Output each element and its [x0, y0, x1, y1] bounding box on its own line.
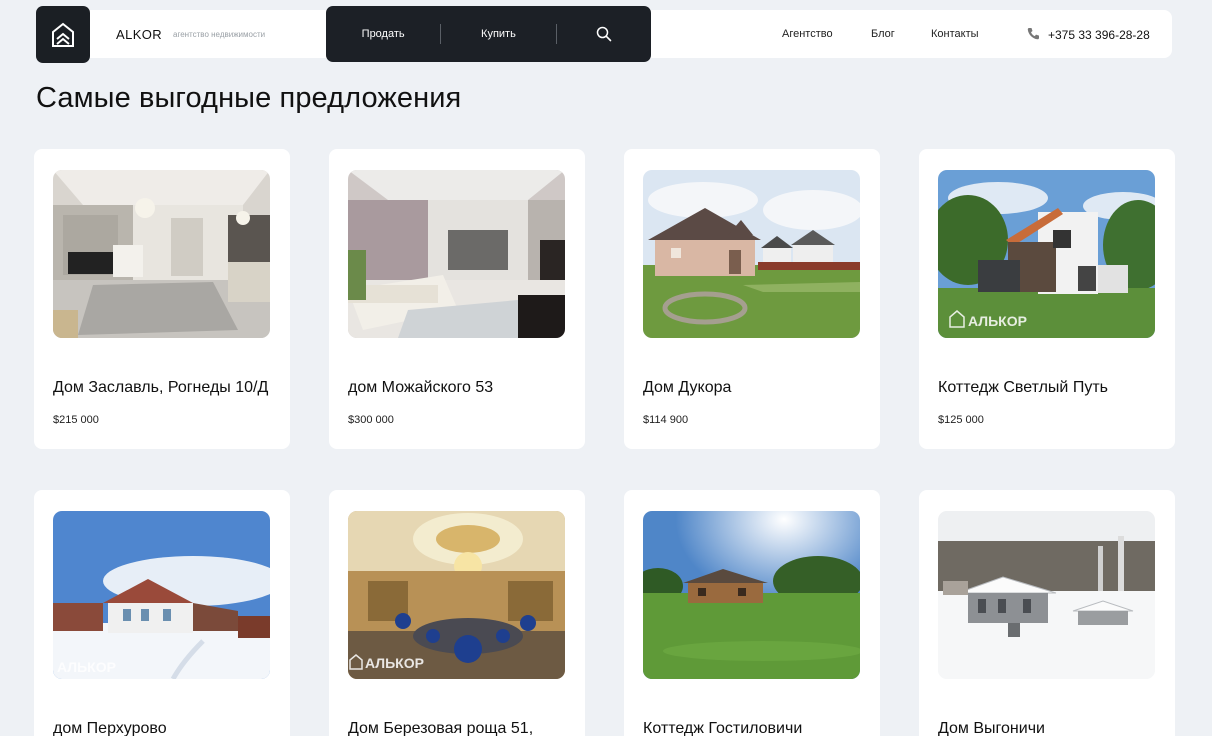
listing-card[interactable]: Коттедж Гостиловичи	[624, 490, 880, 736]
listing-price: $300 000	[348, 414, 394, 426]
listing-title[interactable]: Дом Березовая роща 51,	[348, 720, 533, 736]
phone-number[interactable]: +375 33 396-28-28	[1048, 28, 1150, 42]
brand-tagline: агентство недвижимости	[173, 30, 266, 39]
nav-link-contacts[interactable]: Контакты	[931, 28, 979, 40]
listing-card[interactable]: Дом Дукора $114 900	[624, 149, 880, 449]
nav-link-blog[interactable]: Блог	[871, 28, 895, 40]
listing-card[interactable]: Дом Выгоничи	[919, 490, 1175, 736]
listing-photo[interactable]	[643, 511, 860, 679]
listing-title[interactable]: Дом Заславль, Рогнеды 10/Д	[53, 379, 268, 397]
listing-photo[interactable]: АЛЬКОР	[53, 511, 270, 679]
house-logo-icon	[52, 22, 74, 47]
listing-card[interactable]: АЛЬКОР Коттедж Светлый Путь $125 000	[919, 149, 1175, 449]
listing-photo[interactable]: АЛЬКОР	[348, 511, 565, 679]
listing-title[interactable]: Коттедж Светлый Путь	[938, 379, 1108, 397]
listing-title[interactable]: Дом Выгоничи	[938, 720, 1045, 736]
svg-text:АЛЬКОР: АЛЬКОР	[968, 313, 1027, 329]
listing-card[interactable]: дом Можайского 53 $300 000	[329, 149, 585, 449]
search-button[interactable]	[557, 6, 651, 62]
listing-photo[interactable]	[53, 170, 270, 338]
search-icon	[596, 26, 612, 42]
sell-button[interactable]: Продать	[326, 6, 440, 62]
brand-name[interactable]: ALKOR	[116, 27, 162, 42]
listing-card[interactable]: Дом Заславль, Рогнеды 10/Д $215 000	[34, 149, 290, 449]
listing-photo[interactable]	[643, 170, 860, 338]
logo[interactable]	[36, 6, 90, 63]
listing-price: $215 000	[53, 414, 99, 426]
listing-title[interactable]: Коттедж Гостиловичи	[643, 720, 802, 736]
listing-price: $114 900	[643, 414, 689, 426]
listing-photo[interactable]: АЛЬКОР	[938, 170, 1155, 338]
agency-watermark: АЛЬКОР	[57, 659, 116, 675]
listing-title[interactable]: дом Перхурово	[53, 720, 167, 736]
listing-price: $125 000	[938, 414, 984, 426]
listing-photo[interactable]	[348, 170, 565, 338]
main-nav: Продать Купить	[326, 6, 651, 62]
svg-text:АЛЬКОР: АЛЬКОР	[365, 655, 424, 671]
buy-button[interactable]: Купить	[441, 6, 555, 62]
listing-card[interactable]: АЛЬКОР дом Перхурово	[34, 490, 290, 736]
page-title: Самые выгодные предложения	[36, 82, 462, 114]
listing-title[interactable]: дом Можайского 53	[348, 379, 493, 397]
listing-card[interactable]: АЛЬКОР Дом Березовая роща 51,	[329, 490, 585, 736]
phone-icon	[1027, 28, 1039, 40]
nav-link-agency[interactable]: Агентство	[782, 28, 833, 40]
listing-photo[interactable]	[938, 511, 1155, 679]
listing-title[interactable]: Дом Дукора	[643, 379, 731, 397]
